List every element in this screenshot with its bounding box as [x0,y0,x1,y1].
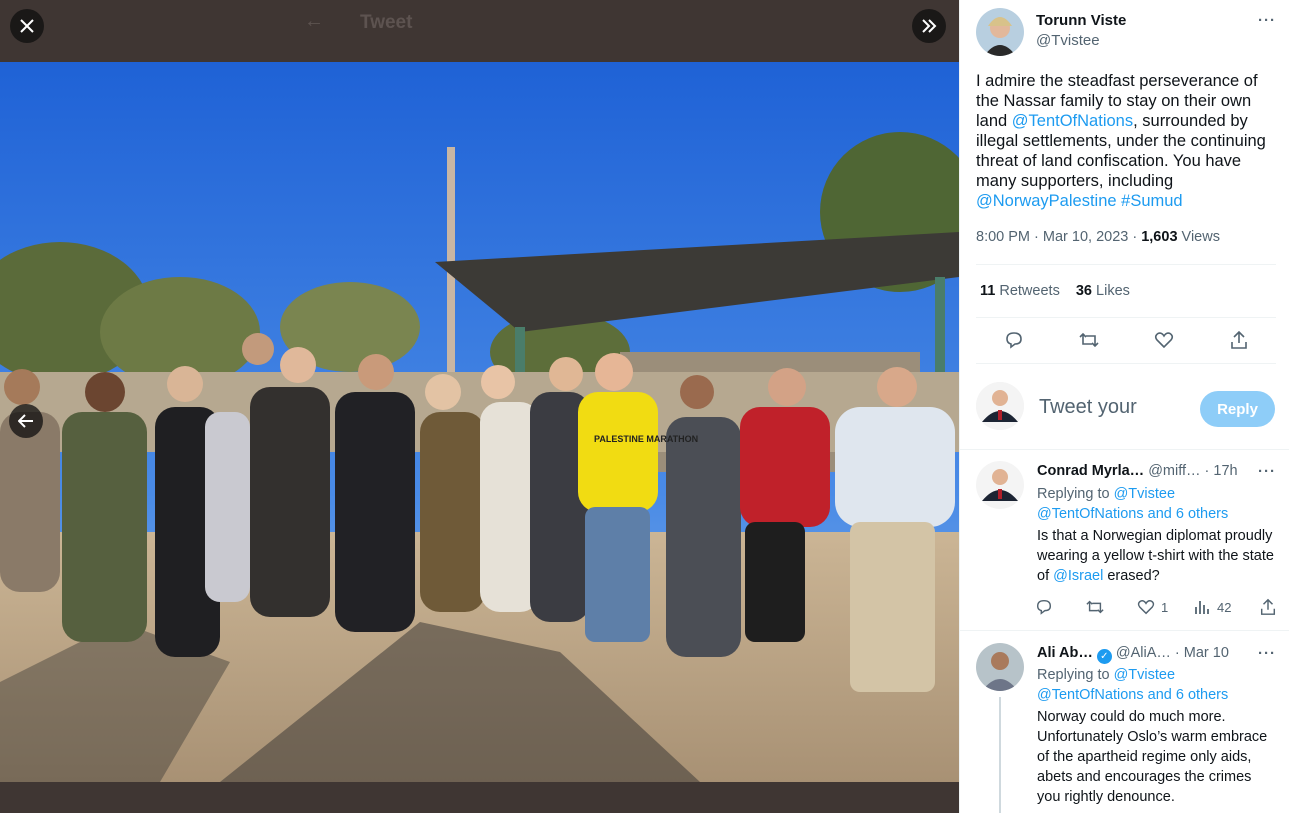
comment-time[interactable]: · Mar 10 [1171,645,1229,661]
mention-link[interactable]: @Tvistee [1114,667,1175,683]
arrow-left-icon [18,414,33,428]
mention-link[interactable]: @Tvistee [1114,486,1175,502]
like-stat[interactable]: 1 [1137,598,1168,616]
divider [976,363,1276,364]
comment-time[interactable]: · 17h [1201,463,1238,479]
verified-badge-icon: ✓ [1096,649,1112,664]
previous-button[interactable] [9,404,43,438]
header-title: Tweet [360,12,413,33]
replying-others[interactable]: @TentOfNations and 6 others [1037,685,1228,705]
likes-stat[interactable]: 36 Likes [1076,283,1130,299]
share-icon[interactable] [1227,328,1251,352]
commenter-handle[interactable]: @miff… [1144,463,1200,479]
more-options-icon[interactable]: ··· [1258,12,1276,29]
mention-link[interactable]: @TentOfNations [1012,112,1133,130]
reply-button[interactable]: Reply [1200,391,1275,427]
tweet-text: I admire the steadfast perseverance of t… [976,71,1276,211]
tweet-photo: PALESTINE MARATHON [0,62,959,782]
current-user-avatar[interactable] [976,382,1024,430]
author-name[interactable]: Torunn Viste [1036,12,1126,29]
more-options-icon[interactable]: ··· [1258,645,1276,662]
heart-icon [1137,600,1155,615]
more-options-icon[interactable]: ··· [1258,463,1276,480]
comment-header: Ali Ab… ✓ @AliA… · Mar 10 [1037,645,1229,664]
tweet-timestamp[interactable]: 8:00 PM · Mar 10, 2023 · [976,229,1141,245]
viewer-top-bar: ← Tweet [0,0,959,62]
reply-icon[interactable] [1035,598,1053,616]
comment-actions: 1 42 [1035,598,1280,618]
replying-to: Replying to @Tvistee [1037,667,1176,683]
media-viewer: ← Tweet PALESTINE MARATHON [0,0,959,813]
comment-avatar[interactable] [976,643,1024,691]
retweet-icon[interactable] [1077,328,1101,352]
commenter-handle[interactable]: @AliA… [1112,645,1171,661]
views-count: 42 [1217,599,1232,615]
back-arrow-icon: ← [304,10,324,32]
like-count: 1 [1161,599,1169,615]
reply-icon[interactable] [1002,328,1026,352]
thread-line [999,697,1001,813]
author-handle[interactable]: @Tvistee [1036,32,1100,49]
views-icon [1195,601,1209,614]
mention-link[interactable]: @NorwayPalestine [976,192,1117,210]
divider [976,264,1276,265]
viewer-bottom-bar [0,782,959,813]
chevrons-right-icon [922,19,937,33]
shirt-text: PALESTINE MARATHON [594,434,698,444]
views-label: Views [1177,229,1220,245]
divider [960,630,1289,631]
heart-icon[interactable] [1152,328,1176,352]
close-button[interactable] [10,9,44,43]
views-stat[interactable]: 42 [1193,598,1231,616]
close-icon [20,19,34,33]
avatar[interactable] [976,8,1024,56]
reply-input[interactable]: Tweet your [1039,396,1137,419]
tweet-actions [976,328,1276,352]
views-count: 1,603 [1141,229,1178,245]
retweet-icon[interactable] [1085,598,1105,616]
comment-header: Conrad Myrla… @miff… · 17h [1037,463,1238,479]
tweet-panel: Torunn Viste @Tvistee ··· I admire the s… [959,0,1289,813]
replying-others[interactable]: @TentOfNations and 6 others [1037,504,1228,524]
hashtag-link[interactable]: #Sumud [1121,192,1182,210]
expand-button[interactable] [912,9,946,43]
tweet-meta: 8:00 PM · Mar 10, 2023 · 1,603 Views [976,229,1220,245]
retweets-stat[interactable]: 11 Retweets [980,283,1060,299]
comment-avatar[interactable] [976,461,1024,509]
commenter-name[interactable]: Ali Ab… [1037,645,1093,661]
mention-link[interactable]: @Israel [1053,568,1103,584]
divider [960,449,1289,450]
replying-to: Replying to @Tvistee [1037,486,1176,502]
tweet-stats: 11 Retweets 36 Likes [980,283,1130,299]
commenter-name[interactable]: Conrad Myrla… [1037,463,1144,479]
comment-text: Is that a Norwegian diplomat proudly wea… [1037,528,1274,584]
divider [976,317,1276,318]
group-photo-illustration: PALESTINE MARATHON [0,62,959,782]
share-icon[interactable] [1259,598,1277,616]
comment-text: Norway could do much more. Unfortunately… [1037,709,1268,805]
